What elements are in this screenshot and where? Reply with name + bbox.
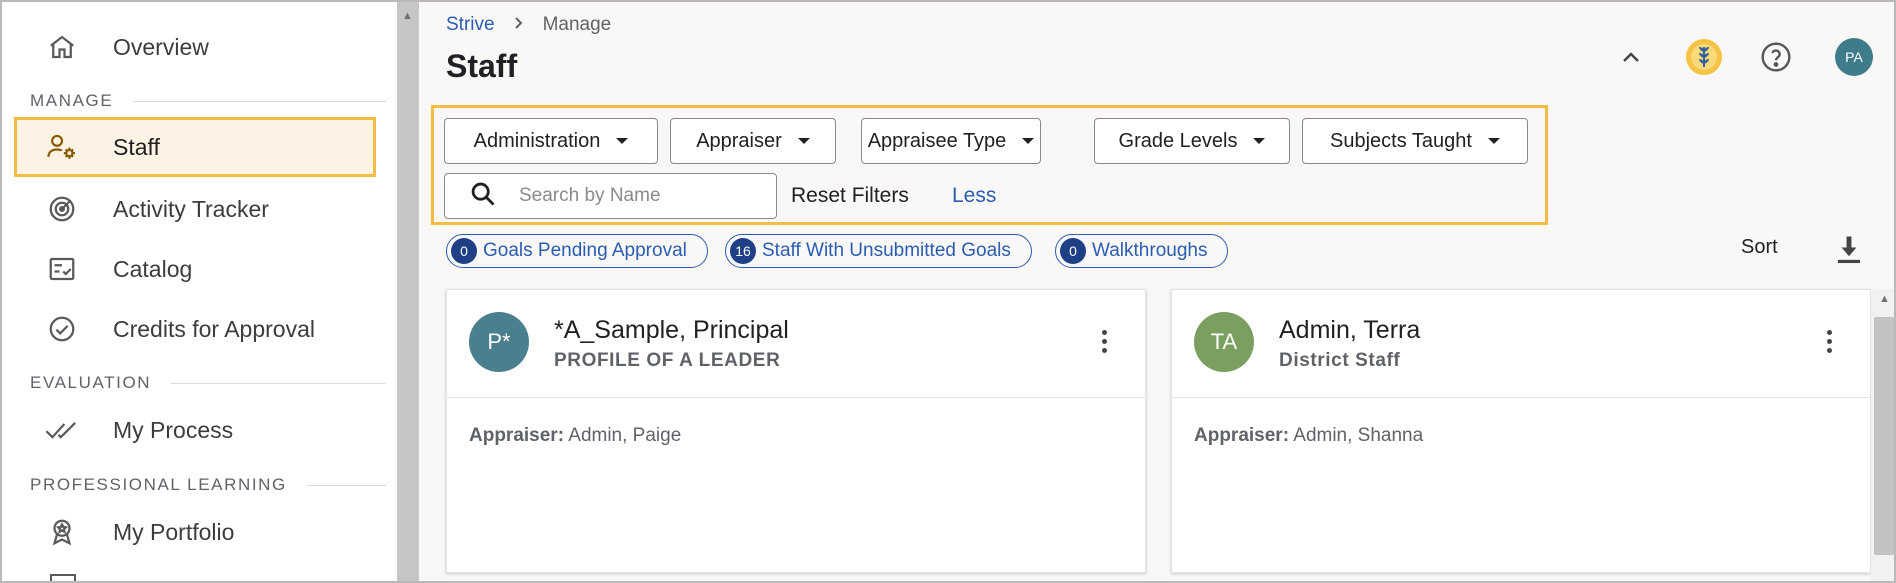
appraiser-info: Appraiser: Admin, Paige	[469, 425, 681, 447]
scrollbar-thumb[interactable]	[1874, 317, 1894, 555]
chip-label: Goals Pending Approval	[483, 240, 687, 261]
chip-label: Walkthroughs	[1092, 240, 1208, 261]
filter-panel: Administration Appraiser Appraisee Type …	[431, 105, 1548, 225]
appraiser-info: Appraiser: Admin, Shanna	[1194, 425, 1423, 447]
appraiser-dropdown[interactable]: Appraiser	[670, 118, 836, 164]
download-icon[interactable]	[1834, 234, 1864, 271]
check-circle-icon	[44, 311, 80, 347]
appraiser-label: Appraiser:	[1194, 425, 1290, 446]
sidebar-item-my-portfolio[interactable]: My Portfolio	[14, 502, 376, 562]
sidebar-item-my-process[interactable]: My Process	[14, 400, 376, 460]
breadcrumb: Strive Manage	[446, 14, 611, 36]
chip-label: Staff With Unsubmitted Goals	[762, 240, 1011, 261]
sidebar-item-overview[interactable]: Overview	[14, 17, 376, 77]
appraiser-label: Appraiser:	[469, 425, 565, 446]
home-icon	[44, 29, 80, 65]
less-filters-link[interactable]: Less	[952, 184, 996, 208]
sidebar-item-staff[interactable]: Staff	[14, 117, 376, 177]
user-gear-icon	[44, 129, 80, 165]
collapse-chevron-up-icon[interactable]	[1612, 38, 1650, 76]
sidebar: Overview MANAGE Staff Activity Tracker C…	[2, 2, 397, 581]
main-content: Strive Manage Staff PA Administration Ap…	[419, 2, 1894, 581]
goals-pending-approval-chip[interactable]: 0 Goals Pending Approval	[446, 234, 708, 268]
caret-down-icon	[1487, 138, 1500, 144]
caret-down-icon	[1022, 138, 1035, 144]
sidebar-item-label: Overview	[113, 33, 209, 60]
card-header: TA Admin, Terra District Staff	[1172, 290, 1870, 398]
staff-role: District Staff	[1279, 350, 1401, 371]
staff-name: Admin, Terra	[1279, 316, 1421, 344]
cards-scrollbar[interactable]: ▲	[1871, 289, 1894, 581]
section-label: PROFESSIONAL LEARNING	[30, 475, 287, 494]
sidebar-item-label: Staff	[113, 133, 160, 160]
chevron-right-icon	[513, 16, 525, 35]
target-icon	[44, 191, 80, 227]
sidebar-item-label: Activity Tracker	[113, 195, 269, 222]
subjects-taught-dropdown[interactable]: Subjects Taught	[1302, 118, 1528, 164]
caret-down-icon	[616, 138, 629, 144]
section-evaluation: EVALUATION	[30, 372, 386, 394]
section-label: MANAGE	[30, 91, 114, 110]
reset-filters-button[interactable]: Reset Filters	[791, 184, 909, 208]
partial-item-icon	[50, 574, 76, 581]
chip-count-badge: 16	[730, 238, 756, 264]
caret-down-icon	[797, 138, 810, 144]
scroll-up-arrow-icon[interactable]: ▲	[1879, 293, 1890, 305]
sort-button[interactable]: Sort	[1741, 236, 1778, 259]
award-icon	[44, 514, 80, 550]
sidebar-item-label: Credits for Approval	[113, 315, 315, 342]
staff-with-unsubmitted-goals-chip[interactable]: 16 Staff With Unsubmitted Goals	[725, 234, 1032, 268]
more-vert-icon[interactable]	[1102, 330, 1107, 353]
avatar: P*	[469, 312, 529, 372]
app-window: Overview MANAGE Staff Activity Tracker C…	[0, 0, 1896, 583]
appraiser-value: Admin, Shanna	[1293, 425, 1424, 446]
breadcrumb-current: Manage	[542, 14, 612, 35]
more-vert-icon[interactable]	[1827, 330, 1832, 353]
appraiser-value: Admin, Paige	[568, 425, 682, 446]
dropdown-label: Grade Levels	[1118, 129, 1238, 152]
staff-card[interactable]: P* *A_Sample, Principal PROFILE OF A LEA…	[446, 289, 1146, 573]
section-label: EVALUATION	[30, 373, 152, 392]
staff-card[interactable]: TA Admin, Terra District Staff Appraiser…	[1171, 289, 1871, 573]
avatar: TA	[1194, 312, 1254, 372]
sidebar-item-label: My Process	[113, 416, 234, 443]
divider	[133, 100, 386, 102]
section-professional-learning: PROFESSIONAL LEARNING	[30, 474, 386, 496]
double-check-icon	[44, 412, 80, 448]
user-avatar[interactable]: PA	[1835, 38, 1873, 76]
card-header: P* *A_Sample, Principal PROFILE OF A LEA…	[447, 290, 1145, 398]
wheat-logo-icon[interactable]	[1685, 38, 1723, 76]
help-icon[interactable]	[1757, 38, 1795, 76]
dropdown-label: Administration	[473, 129, 601, 152]
chip-count-badge: 0	[451, 238, 477, 264]
checklist-icon	[44, 251, 80, 287]
appraisee-type-dropdown[interactable]: Appraisee Type	[861, 118, 1041, 164]
staff-role: PROFILE OF A LEADER	[554, 350, 781, 371]
breadcrumb-root-link[interactable]: Strive	[446, 14, 495, 36]
walkthroughs-chip[interactable]: 0 Walkthroughs	[1055, 234, 1229, 268]
grade-levels-dropdown[interactable]: Grade Levels	[1094, 118, 1290, 164]
dropdown-label: Appraiser	[696, 129, 782, 152]
dropdown-label: Subjects Taught	[1330, 129, 1472, 152]
search-input[interactable]	[519, 185, 759, 207]
search-field[interactable]	[444, 173, 777, 219]
search-icon	[469, 180, 497, 213]
sidebar-item-activity-tracker[interactable]: Activity Tracker	[14, 179, 376, 239]
scroll-up-arrow-icon[interactable]: ▲	[402, 10, 413, 22]
administration-dropdown[interactable]: Administration	[444, 118, 658, 164]
caret-down-icon	[1253, 138, 1266, 144]
page-title: Staff	[446, 48, 518, 84]
divider	[306, 484, 386, 486]
sidebar-item-credits-for-approval[interactable]: Credits for Approval	[14, 299, 376, 359]
sidebar-item-label: Catalog	[113, 255, 193, 282]
divider	[171, 382, 386, 384]
sidebar-item-catalog[interactable]: Catalog	[14, 239, 376, 299]
dropdown-label: Appraisee Type	[867, 129, 1007, 152]
sidebar-item-label: My Portfolio	[113, 518, 235, 545]
chip-count-badge: 0	[1060, 238, 1086, 264]
section-manage: MANAGE	[30, 90, 386, 112]
staff-name: *A_Sample, Principal	[554, 316, 789, 344]
sidebar-scrollbar[interactable]: ▲	[397, 2, 419, 581]
